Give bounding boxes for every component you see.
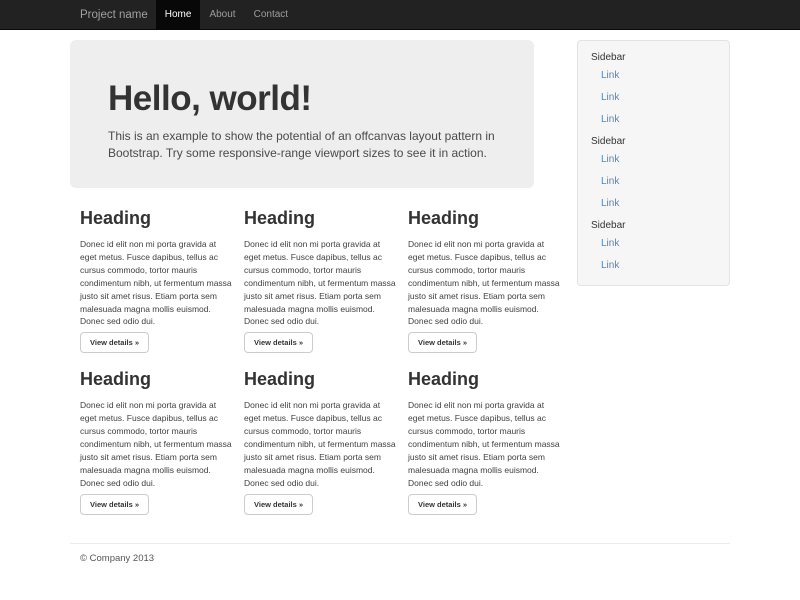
sidebar-link[interactable]: Link — [591, 193, 717, 215]
view-details-button[interactable]: View details » — [80, 494, 149, 515]
navbar-brand[interactable]: Project name — [70, 0, 156, 30]
sidebar-link[interactable]: Link — [591, 109, 717, 131]
card-body-text: Donec id elit non mi porta gravida at eg… — [244, 238, 396, 328]
card-body-text: Donec id elit non mi porta gravida at eg… — [408, 238, 560, 328]
sidebar-group-1: Sidebar Link Link Link — [591, 51, 717, 131]
main-column: Hello, world! This is an example to show… — [70, 40, 534, 531]
page-title: Hello, world! — [108, 78, 496, 120]
view-details-button[interactable]: View details » — [408, 494, 477, 515]
card-heading: Heading — [244, 208, 396, 229]
card-heading: Heading — [80, 369, 232, 390]
nav-item-home[interactable]: Home — [156, 0, 201, 30]
copyright-text: © Company 2013 — [80, 553, 730, 564]
card-body-text: Donec id elit non mi porta gravida at eg… — [244, 399, 396, 489]
navbar-container: Project name Home About Contact — [70, 0, 730, 30]
feature-card: Heading Donec id elit non mi porta gravi… — [244, 208, 396, 353]
sidebar-group-3: Sidebar Link Link — [591, 219, 717, 277]
cards-row-1: Heading Donec id elit non mi porta gravi… — [80, 208, 572, 353]
sidebar-link[interactable]: Link — [591, 171, 717, 193]
card-heading: Heading — [408, 369, 560, 390]
view-details-button[interactable]: View details » — [244, 494, 313, 515]
card-heading: Heading — [408, 208, 560, 229]
card-heading: Heading — [244, 369, 396, 390]
page-footer: © Company 2013 — [70, 543, 730, 564]
sidebar-link[interactable]: Link — [591, 233, 717, 255]
page-content: Hello, world! This is an example to show… — [70, 30, 730, 531]
cards-row-2: Heading Donec id elit non mi porta gravi… — [80, 369, 572, 514]
sidebar-group-label: Sidebar — [591, 135, 717, 149]
sidebar-group-label: Sidebar — [591, 219, 717, 233]
sidebar-link[interactable]: Link — [591, 149, 717, 171]
sidebar-panel: Sidebar Link Link Link Sidebar Link Link… — [577, 40, 730, 286]
feature-card: Heading Donec id elit non mi porta gravi… — [408, 369, 560, 514]
jumbotron-description: This is an example to show the potential… — [108, 128, 496, 162]
feature-card: Heading Donec id elit non mi porta gravi… — [80, 369, 232, 514]
feature-card: Heading Donec id elit non mi porta gravi… — [80, 208, 232, 353]
card-body-text: Donec id elit non mi porta gravida at eg… — [80, 399, 232, 489]
card-heading: Heading — [80, 208, 232, 229]
jumbotron: Hello, world! This is an example to show… — [70, 40, 534, 188]
card-body-text: Donec id elit non mi porta gravida at eg… — [80, 238, 232, 328]
view-details-button[interactable]: View details » — [80, 332, 149, 353]
nav-item-contact[interactable]: Contact — [245, 0, 297, 30]
nav-item-about[interactable]: About — [200, 0, 244, 30]
feature-card: Heading Donec id elit non mi porta gravi… — [408, 208, 560, 353]
sidebar-column: Sidebar Link Link Link Sidebar Link Link… — [577, 40, 730, 286]
view-details-button[interactable]: View details » — [408, 332, 477, 353]
card-body-text: Donec id elit non mi porta gravida at eg… — [408, 399, 560, 489]
sidebar-group-label: Sidebar — [591, 51, 717, 65]
sidebar-link[interactable]: Link — [591, 65, 717, 87]
view-details-button[interactable]: View details » — [244, 332, 313, 353]
sidebar-group-2: Sidebar Link Link Link — [591, 135, 717, 215]
top-navbar: Project name Home About Contact — [0, 0, 800, 30]
sidebar-link[interactable]: Link — [591, 87, 717, 109]
feature-card: Heading Donec id elit non mi porta gravi… — [244, 369, 396, 514]
sidebar-link[interactable]: Link — [591, 255, 717, 277]
